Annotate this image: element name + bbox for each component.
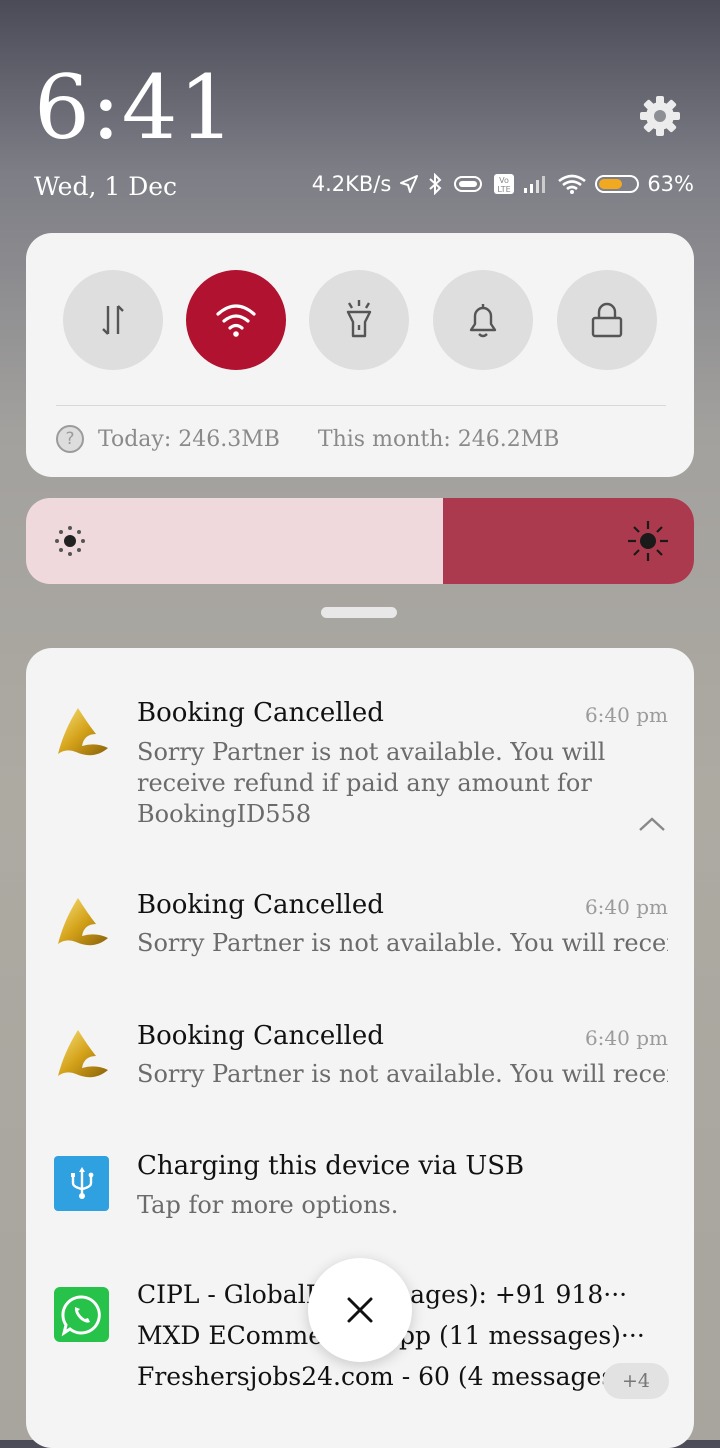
svg-text:Vo: Vo [499,176,509,185]
question-icon: ? [56,425,84,453]
notification-title: Booking Cancelled [137,698,384,728]
network-speed: 4.2KB/s [311,172,392,196]
settings-gear-icon[interactable] [636,92,684,140]
data-usage-month: This month: 246.2MB [317,426,560,452]
bell-icon [469,304,497,338]
notification-title: Booking Cancelled [137,1021,384,1051]
flashlight-toggle[interactable] [309,270,409,370]
notification-time: 6:40 pm [584,895,668,919]
battery-fill [599,179,622,189]
sound-toggle[interactable] [433,270,533,370]
lock-screen-toggle[interactable] [557,270,657,370]
booking-app-icon [54,894,110,954]
booking-app-icon [54,704,110,764]
mobile-data-toggle[interactable] [63,270,163,370]
whatsapp-line-3: Freshersjobs24.com - 60 (4 messages··· [137,1362,638,1391]
signal-icon [523,174,549,194]
notification-body: Tap for more options. [137,1191,399,1219]
bluetooth-icon [427,173,443,195]
brightness-slider[interactable] [26,498,694,584]
booking-app-icon [54,1026,110,1086]
date-label[interactable]: Wed, 1 Dec [34,172,177,201]
clock[interactable]: 6:41 [34,58,236,158]
data-transfer-icon [102,305,124,335]
wifi-toggle[interactable] [186,270,286,370]
notification-time: 6:40 pm [584,1026,668,1050]
chevron-up-icon[interactable] [638,816,666,832]
notification-body: Sorry Partner is not available. You will… [137,1060,668,1088]
clear-all-button[interactable] [308,1258,412,1362]
more-count-badge[interactable]: +4 [603,1363,669,1399]
vibrate-icon [451,174,485,194]
data-usage[interactable]: ? Today: 246.3MB This month: 246.2MB [56,425,559,453]
battery-icon [595,175,640,193]
notification-body: Sorry Partner is not available. You will… [137,929,668,957]
divider [56,405,666,406]
svg-text:LTE: LTE [498,185,511,194]
status-bar: 4.2KB/s Vo LTE 63% [312,172,694,196]
quick-settings-panel: ? Today: 246.3MB This month: 246.2MB [26,233,694,477]
usb-icon [54,1156,109,1211]
flashlight-icon [346,300,372,338]
lock-icon [591,302,623,338]
volte-icon: Vo LTE [493,173,515,195]
location-icon [399,174,419,194]
close-icon [347,1297,373,1323]
wifi-status-icon [557,173,587,195]
notification-title: Booking Cancelled [137,890,384,920]
notification-time: 6:40 pm [584,703,668,727]
whatsapp-icon [54,1287,109,1342]
notification-title: Charging this device via USB [137,1151,525,1181]
brightness-high-icon [628,521,668,561]
notification-body: Sorry Partner is not available. You will… [137,738,606,828]
data-usage-today: Today: 246.3MB [98,426,280,452]
brightness-low-icon [55,526,85,556]
wifi-icon [216,304,256,337]
panel-drag-handle[interactable] [321,607,397,618]
battery-percent: 63% [647,172,694,196]
